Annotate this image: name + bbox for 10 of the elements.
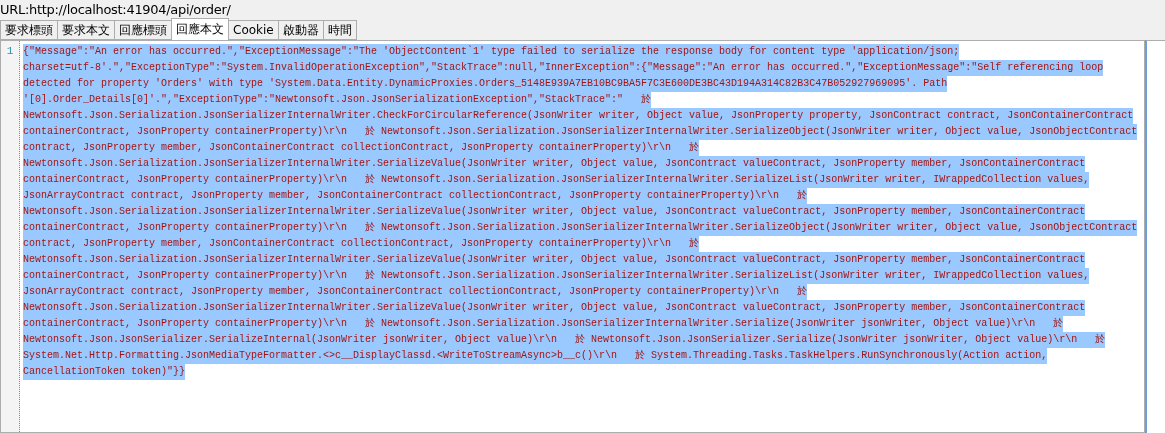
tab[interactable]: Cookie [228, 20, 279, 40]
tab[interactable]: 時間 [322, 20, 357, 40]
response-body-editor[interactable] [0, 40, 1145, 433]
tab[interactable]: 啟動器 [277, 20, 324, 40]
tab[interactable]: 要求標頭 [0, 20, 58, 40]
line-number: 1 [6, 45, 14, 58]
url-label: URL:http://localhost:41904/api/order/ [0, 1, 232, 19]
tab[interactable]: 要求本文 [57, 20, 115, 40]
tab[interactable]: 回應標頭 [114, 20, 172, 40]
tab[interactable]: 回應本文 [171, 18, 229, 40]
